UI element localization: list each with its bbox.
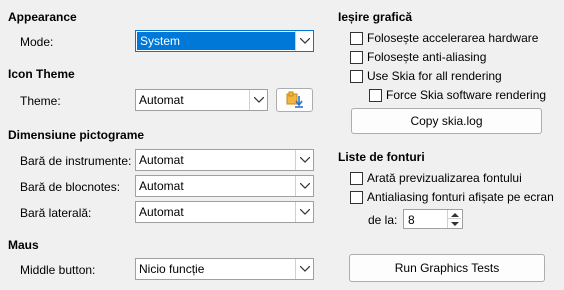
- show-preview-label: Arată previzualizarea fontului: [367, 171, 522, 185]
- spin-up-icon[interactable]: [448, 210, 461, 219]
- middle-button-label: Middle button:: [20, 263, 96, 277]
- copy-skia-log-button[interactable]: Copy skia.log: [351, 108, 542, 134]
- toolbar-size-value: Automat: [139, 153, 184, 167]
- icon-theme-title: Icon Theme: [8, 67, 75, 81]
- theme-value: Automat: [139, 93, 184, 107]
- sidebar-size-label: Bară laterală:: [20, 206, 92, 220]
- anti-aliasing-checkbox[interactable]: [350, 51, 363, 64]
- sidebar-size-value: Automat: [139, 205, 184, 219]
- add-extension-button[interactable]: [276, 88, 313, 112]
- hw-accel-checkbox[interactable]: [350, 32, 363, 45]
- notebookbar-size-combobox[interactable]: Automat: [135, 175, 314, 197]
- aa-from-spinbox[interactable]: 8: [403, 209, 463, 229]
- toolbar-size-combobox[interactable]: Automat: [135, 149, 314, 171]
- notebookbar-size-value: Automat: [139, 179, 184, 193]
- mode-value: System: [137, 32, 295, 50]
- screen-aa-label: Antialiasing fonturi afișate pe ecran: [367, 190, 554, 204]
- toolbar-size-label: Bară de instrumente:: [20, 154, 132, 168]
- theme-combobox[interactable]: Automat: [135, 89, 268, 111]
- chevron-down-icon[interactable]: [295, 31, 313, 51]
- font-lists-title: Liste de fonturi: [338, 150, 425, 164]
- chevron-down-icon[interactable]: [295, 202, 313, 222]
- skia-force-sw-label: Force Skia software rendering: [386, 88, 547, 102]
- extension-download-icon: [286, 91, 303, 108]
- middle-button-combobox[interactable]: Nicio funcție: [135, 258, 314, 280]
- show-preview-checkbox[interactable]: [350, 172, 363, 185]
- appearance-title: Appearance: [8, 10, 77, 24]
- skia-all-label: Use Skia for all rendering: [367, 69, 502, 83]
- theme-label: Theme:: [20, 94, 61, 108]
- chevron-down-icon[interactable]: [295, 150, 313, 170]
- anti-aliasing-label: Folosește anti-aliasing: [367, 50, 487, 64]
- sidebar-size-combobox[interactable]: Automat: [135, 201, 314, 223]
- aa-from-label: de la:: [368, 213, 398, 227]
- middle-button-value: Nicio funcție: [139, 262, 205, 276]
- run-graphics-tests-button[interactable]: Run Graphics Tests: [349, 254, 545, 282]
- chevron-down-icon[interactable]: [295, 176, 313, 196]
- mouse-title: Maus: [8, 238, 39, 252]
- notebookbar-size-label: Bară de blocnotes:: [20, 180, 121, 194]
- mode-combobox[interactable]: System: [135, 30, 314, 52]
- graphics-output-title: Ieșire grafică: [338, 10, 413, 24]
- hw-accel-label: Folosește accelerarea hardware: [367, 31, 539, 45]
- skia-force-sw-checkbox[interactable]: [369, 89, 382, 102]
- spin-down-icon[interactable]: [448, 219, 461, 228]
- chevron-down-icon[interactable]: [295, 259, 313, 279]
- chevron-down-icon[interactable]: [249, 90, 267, 110]
- aa-from-value: 8: [408, 213, 415, 227]
- mode-label: Mode:: [20, 35, 54, 49]
- icon-size-title: Dimensiune pictograme: [8, 128, 145, 142]
- screen-aa-checkbox[interactable]: [350, 191, 363, 204]
- skia-all-checkbox[interactable]: [350, 70, 363, 83]
